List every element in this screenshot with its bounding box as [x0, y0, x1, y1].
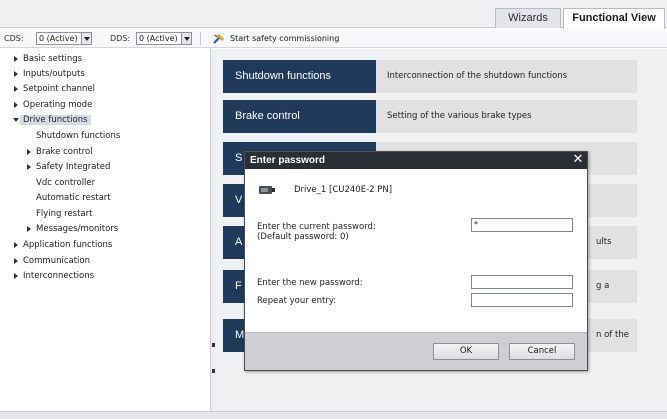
- dialog-body: Drive_1 [CU240E-2 PN] Enter the current …: [245, 169, 587, 332]
- tree-item-setpoint-channel[interactable]: Setpoint channel: [14, 82, 95, 96]
- function-description-7: n of the: [596, 330, 629, 340]
- collapse-arrow-icon[interactable]: [13, 118, 19, 122]
- drive-device-icon: [259, 186, 275, 194]
- enter-password-dialog: Enter password ✕ Drive_1 [CU240E-2 PN] E…: [244, 151, 588, 371]
- cds-select[interactable]: 0 (Active): [36, 32, 92, 45]
- repeat-password-input[interactable]: [471, 293, 573, 307]
- tree-item-drive-functions[interactable]: Drive functions: [13, 113, 91, 127]
- expand-arrow-icon[interactable]: [27, 149, 31, 155]
- expand-arrow-icon[interactable]: [14, 102, 18, 108]
- expand-arrow-icon[interactable]: [14, 71, 18, 77]
- repeat-password-label: Repeat your entry:: [257, 296, 337, 306]
- function-row-shutdown: Shutdown functions Interconnection of th…: [223, 60, 637, 93]
- splitter-collapse-icon[interactable]: [212, 343, 215, 347]
- splitter-expand-icon[interactable]: [212, 369, 215, 373]
- top-tab-strip: Wizards Functional View: [0, 0, 667, 29]
- safety-commissioning-icon[interactable]: [212, 32, 226, 45]
- tree-item-application-functions[interactable]: Application functions: [14, 238, 112, 252]
- ok-button[interactable]: OK: [433, 343, 499, 360]
- dds-label: DDS:: [110, 34, 131, 43]
- tree-item-brake-control[interactable]: Brake control: [27, 145, 93, 159]
- dialog-title: Enter password: [245, 152, 587, 169]
- cds-label: CDS:: [4, 34, 24, 43]
- dds-select-value: 0 (Active): [139, 34, 178, 43]
- cancel-button[interactable]: Cancel: [509, 343, 575, 360]
- expand-arrow-icon[interactable]: [27, 164, 31, 170]
- dds-dropdown-arrow-icon[interactable]: [181, 33, 191, 44]
- close-icon[interactable]: ✕: [571, 152, 585, 169]
- expand-arrow-icon[interactable]: [14, 242, 18, 248]
- start-safety-commissioning-button[interactable]: Start safety commissioning: [230, 34, 339, 43]
- tree-item-vdc-controller[interactable]: Vdc controller: [36, 176, 95, 190]
- brake-control-button[interactable]: Brake control: [223, 100, 376, 133]
- tree-item-safety-integrated[interactable]: Safety Integrated: [27, 160, 110, 174]
- horizontal-scrollbar[interactable]: [0, 411, 667, 419]
- shutdown-functions-button[interactable]: Shutdown functions: [223, 60, 376, 93]
- toolbar: CDS: 0 (Active) DDS: 0 (Active) Start sa…: [0, 29, 667, 48]
- tree-item-messages-monitors[interactable]: Messages/monitors: [27, 222, 118, 236]
- tab-wizards[interactable]: Wizards: [495, 8, 561, 28]
- dds-select[interactable]: 0 (Active): [136, 32, 192, 45]
- expand-arrow-icon[interactable]: [14, 273, 18, 279]
- new-password-input[interactable]: [471, 275, 573, 289]
- cds-select-value: 0 (Active): [39, 34, 78, 43]
- tree-item-inputs-outputs[interactable]: Inputs/outputs: [14, 67, 85, 81]
- tree-item-interconnections[interactable]: Interconnections: [14, 269, 94, 283]
- tree-item-communication[interactable]: Communication: [14, 254, 90, 268]
- tree-item-operating-mode[interactable]: Operating mode: [14, 98, 92, 112]
- brake-control-description: Setting of the various brake types: [387, 111, 532, 121]
- dialog-footer: OK Cancel: [245, 332, 587, 370]
- default-password-hint: (Default password: 0): [257, 232, 349, 242]
- device-name: Drive_1 [CU240E-2 PN]: [294, 185, 393, 195]
- new-password-label: Enter the new password:: [257, 278, 363, 288]
- expand-arrow-icon[interactable]: [14, 56, 18, 62]
- expand-arrow-icon[interactable]: [14, 258, 18, 264]
- tree-item-shutdown-functions[interactable]: Shutdown functions: [36, 129, 120, 143]
- expand-arrow-icon[interactable]: [14, 86, 18, 92]
- function-description-5: ults: [596, 237, 612, 247]
- cds-dropdown-arrow-icon[interactable]: [81, 33, 91, 44]
- toolbar-separator: [200, 32, 201, 45]
- tree-item-flying-restart[interactable]: Flying restart: [36, 207, 92, 221]
- tree-item-basic-settings[interactable]: Basic settings: [14, 52, 82, 66]
- current-password-label: Enter the current password:: [257, 222, 376, 232]
- current-password-input[interactable]: *: [471, 218, 573, 232]
- tree-item-automatic-restart[interactable]: Automatic restart: [36, 191, 111, 205]
- function-description-6: g a: [596, 281, 610, 291]
- function-row-brake: Brake control Setting of the various bra…: [223, 100, 637, 133]
- navigation-tree: Basic settings Inputs/outputs Setpoint c…: [0, 49, 211, 411]
- expand-arrow-icon[interactable]: [27, 226, 31, 232]
- tab-functional-view[interactable]: Functional View: [563, 8, 665, 29]
- shutdown-functions-description: Interconnection of the shutdown function…: [387, 71, 568, 81]
